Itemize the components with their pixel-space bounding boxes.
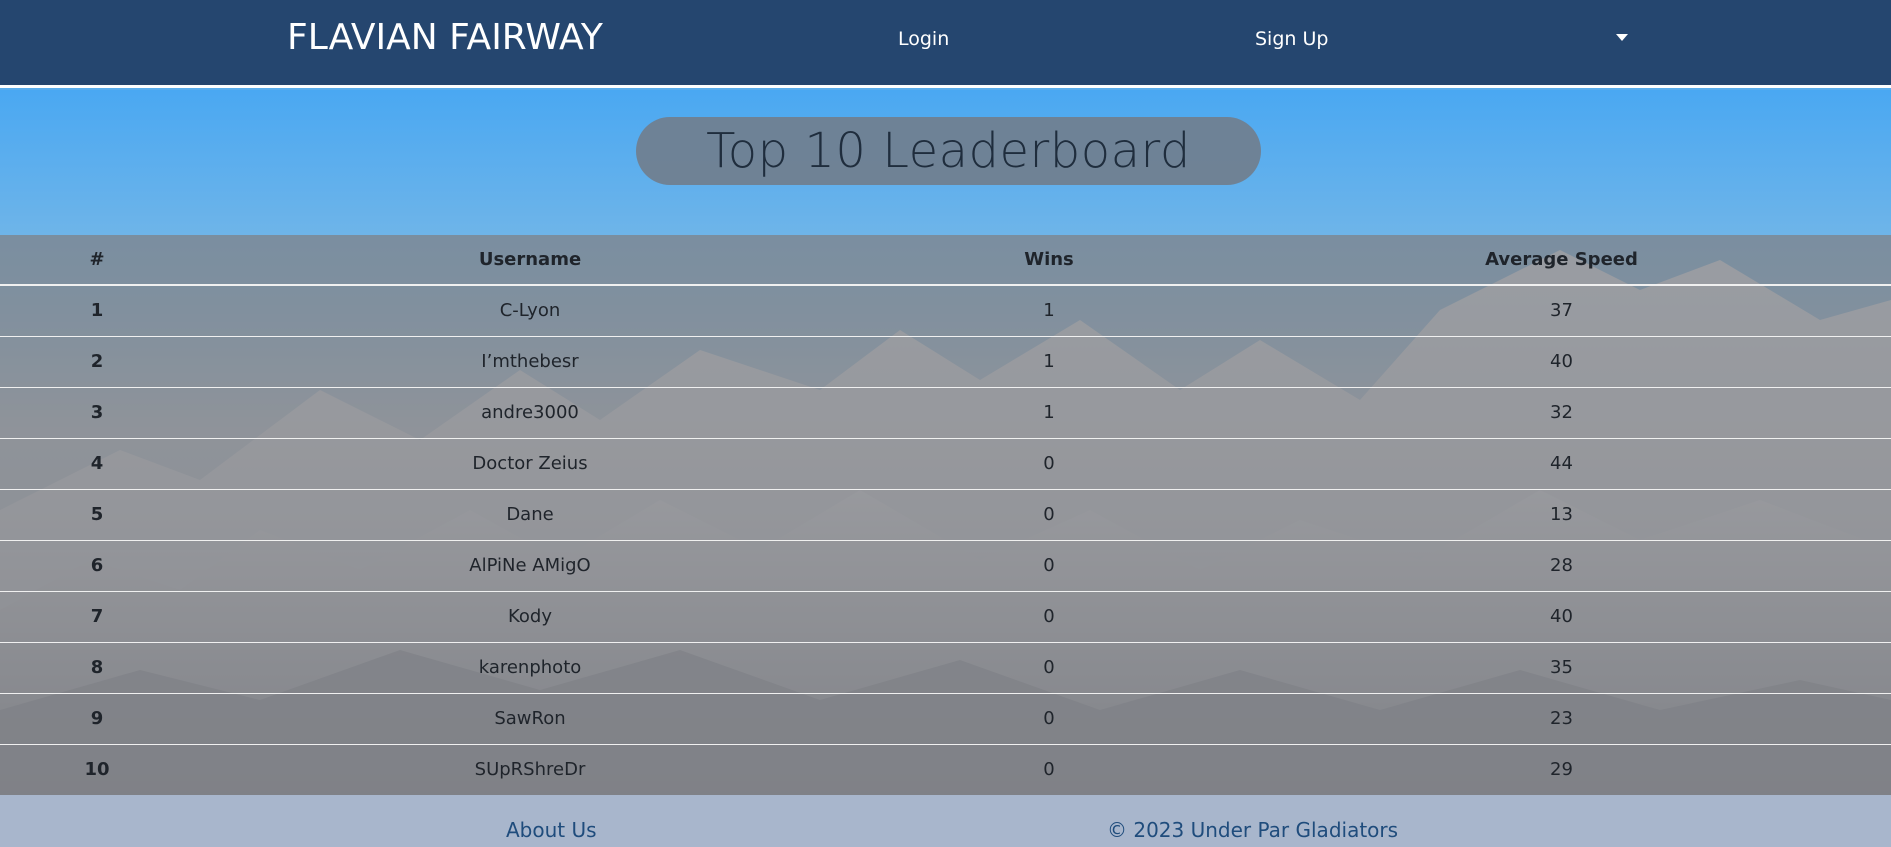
speed-cell: 37 — [1232, 285, 1891, 337]
wins-cell: 0 — [866, 591, 1232, 643]
leaderboard-table-container: # Username Wins Average Speed 1 C-Lyon 1… — [0, 235, 1891, 795]
speed-cell: 13 — [1232, 489, 1891, 541]
rank-cell: 4 — [0, 438, 194, 490]
column-header-wins: Wins — [866, 235, 1232, 286]
caret-down-icon[interactable] — [1616, 34, 1628, 41]
wins-cell: 0 — [866, 438, 1232, 490]
wins-cell: 0 — [866, 642, 1232, 694]
table-row: 8 karenphoto 0 35 — [0, 642, 1891, 694]
copyright-text: © 2023 Under Par Gladiators — [1107, 818, 1399, 842]
username-cell: I’mthebesr — [194, 336, 866, 388]
username-cell: andre3000 — [194, 387, 866, 439]
column-header-average-speed: Average Speed — [1232, 235, 1891, 286]
rank-cell: 3 — [0, 387, 194, 439]
table-header-row: # Username Wins Average Speed — [0, 235, 1891, 286]
leaderboard-title-pill: Top 10 Leaderboard — [636, 117, 1261, 185]
speed-cell: 32 — [1232, 387, 1891, 439]
table-row: 1 C-Lyon 1 37 — [0, 285, 1891, 337]
username-cell: SUpRShreDr — [474, 759, 586, 781]
brand-title[interactable]: FLAVIAN FAIRWAY — [287, 17, 603, 58]
rank-cell: 9 — [0, 693, 194, 745]
page-title: Top 10 Leaderboard — [706, 123, 1191, 179]
speed-cell: 40 — [1232, 336, 1891, 388]
username-cell: C-Lyon — [194, 285, 866, 337]
rank-cell: 8 — [0, 642, 194, 694]
rank-cell: 6 — [0, 540, 194, 592]
wins-cell: 0 — [866, 489, 1232, 541]
speed-cell: 44 — [1232, 438, 1891, 490]
speed-cell: 23 — [1232, 693, 1891, 745]
rank-cell: 7 — [0, 591, 194, 643]
username-cell: SawRon — [194, 693, 866, 745]
page-footer: About Us © 2023 Under Par Gladiators — [0, 795, 1891, 847]
speed-cell: 40 — [1232, 591, 1891, 643]
rank-cell: 2 — [0, 336, 194, 388]
speed-cell: 28 — [1232, 540, 1891, 592]
username-cell: Kody — [194, 591, 866, 643]
table-row: 6 AlPiNe AMigO 0 28 — [0, 540, 1891, 592]
table-row: 4 Doctor Zeius 0 44 — [0, 438, 1891, 490]
table-row: 3 andre3000 1 32 — [0, 387, 1891, 439]
wins-cell: 0 — [1043, 759, 1055, 781]
speed-cell: 29 — [1550, 759, 1573, 781]
login-link[interactable]: Login — [898, 28, 949, 50]
username-cell: karenphoto — [194, 642, 866, 694]
wins-cell: 0 — [866, 540, 1232, 592]
table-row: 7 Kody 0 40 — [0, 591, 1891, 643]
speed-cell: 35 — [1232, 642, 1891, 694]
username-cell: AlPiNe AMigO — [194, 540, 866, 592]
username-cell: Doctor Zeius — [194, 438, 866, 490]
rank-cell: 5 — [0, 489, 194, 541]
rank-cell: 10 — [84, 759, 110, 781]
table-row: 5 Dane 0 13 — [0, 489, 1891, 541]
table-row: 10 SUpRShreDr 0 29 — [0, 744, 1891, 795]
wins-cell: 1 — [866, 387, 1232, 439]
table-row: 2 I’mthebesr 1 40 — [0, 336, 1891, 388]
column-header-username: Username — [194, 235, 866, 286]
wins-cell: 1 — [866, 336, 1232, 388]
signup-link[interactable]: Sign Up — [1255, 28, 1328, 50]
column-header-rank: # — [0, 235, 194, 286]
username-cell: Dane — [194, 489, 866, 541]
top-navbar: FLAVIAN FAIRWAY Login Sign Up — [0, 0, 1891, 88]
wins-cell: 1 — [866, 285, 1232, 337]
leaderboard-table: # Username Wins Average Speed 1 C-Lyon 1… — [0, 235, 1891, 795]
wins-cell: 0 — [866, 693, 1232, 745]
about-us-link[interactable]: About Us — [506, 818, 597, 842]
rank-cell: 1 — [0, 285, 194, 337]
table-row: 9 SawRon 0 23 — [0, 693, 1891, 745]
